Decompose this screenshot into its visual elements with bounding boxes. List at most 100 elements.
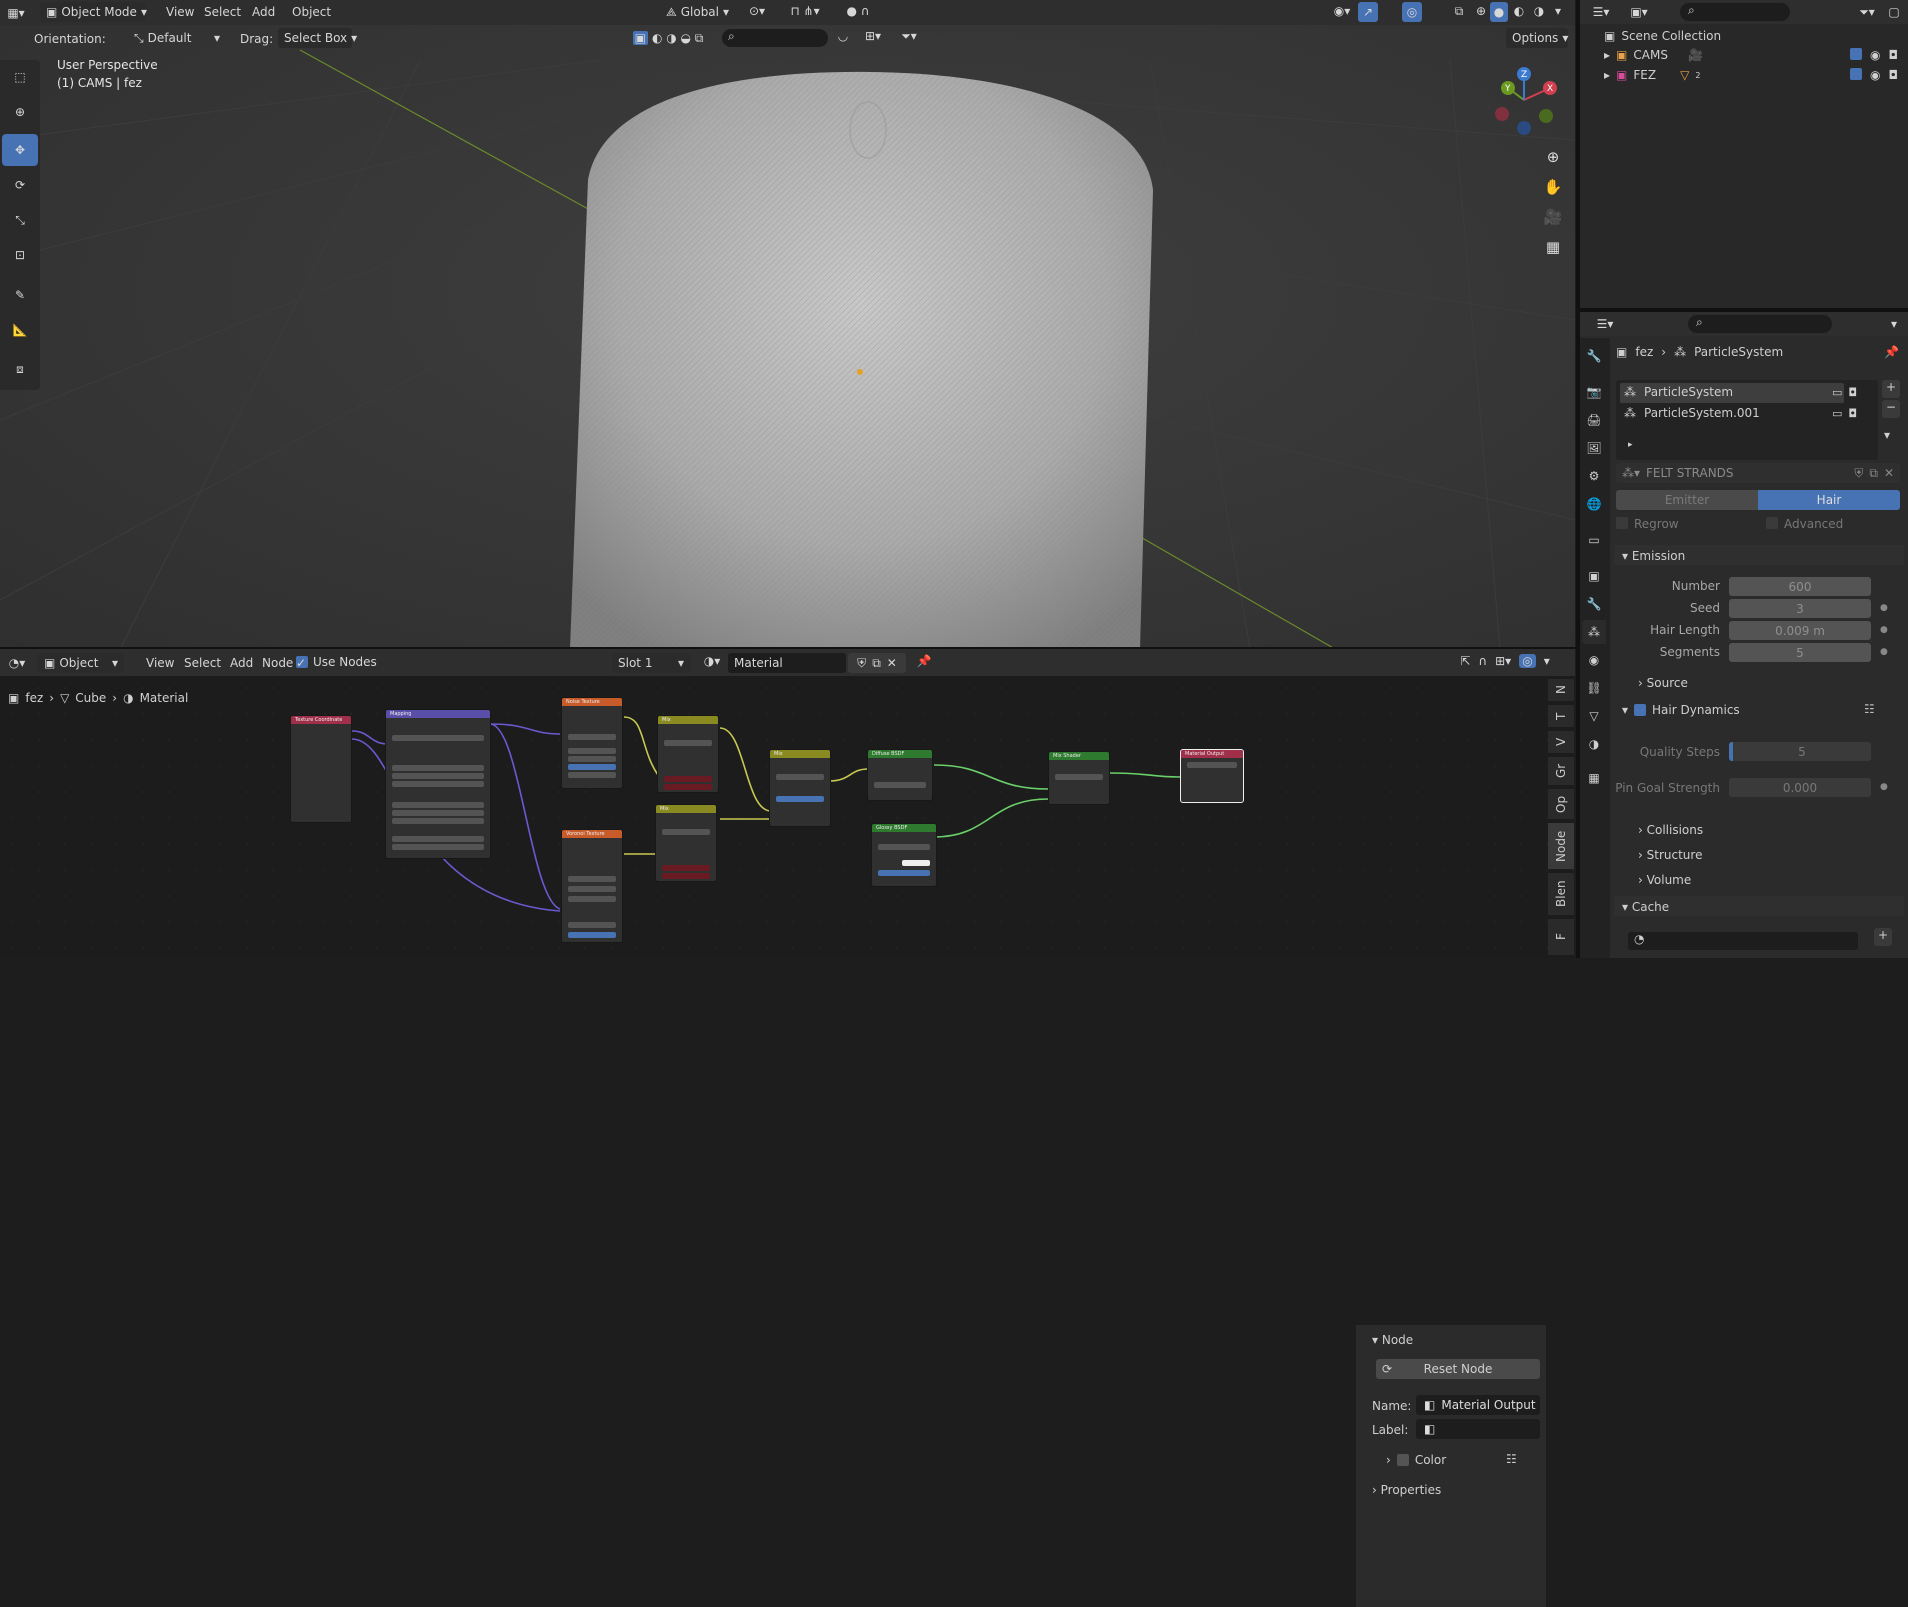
zoom-icon[interactable]: ⊕ (1539, 143, 1567, 171)
pivot-icon[interactable]: ⊙▾ (744, 4, 770, 18)
select-box-tool-icon[interactable]: ⬚ (2, 61, 38, 93)
quality-steps-field[interactable]: 5 (1729, 742, 1871, 761)
color-presets-icon[interactable]: ☷ (1506, 1452, 1517, 1466)
scene-tab-icon[interactable]: ⚙ (1582, 464, 1606, 488)
side-tab-gr[interactable]: Gr (1548, 757, 1574, 785)
advanced-checkbox[interactable]: Advanced (1766, 517, 1843, 531)
node-noise-texture[interactable]: Noise Texture (561, 697, 623, 789)
side-tab-t[interactable]: T (1548, 705, 1574, 727)
overlays-toggle-icon[interactable]: ◎ (1402, 2, 1422, 22)
options-dropdown[interactable]: Options ▾ (1506, 28, 1568, 48)
structure-subpanel[interactable]: › Structure (1638, 848, 1702, 862)
filter-icon[interactable]: ⏷▾ (1852, 5, 1882, 20)
editor-type-icon[interactable]: ☰▾ (1586, 5, 1616, 19)
area-divider[interactable] (1580, 308, 1908, 312)
scale-tool-icon[interactable]: ⤡ (2, 204, 38, 236)
shading-options-icon[interactable]: ▾ (1550, 4, 1566, 18)
particle-system-item-1[interactable]: ⁂ ParticleSystem.001 (1620, 404, 1844, 424)
add-particle-system-icon[interactable]: + (1882, 380, 1900, 398)
view-layer-tab-icon[interactable]: 🖼 (1582, 436, 1606, 460)
side-tab-node[interactable]: Node (1548, 823, 1574, 869)
world-tab-icon[interactable]: 🌐 (1582, 492, 1606, 516)
new-collection-icon[interactable]: ▢ (1886, 5, 1902, 19)
color-subpanel[interactable]: › Color (1386, 1453, 1446, 1467)
move-tool-icon[interactable]: ✥ (2, 134, 38, 166)
editor-type-icon[interactable]: ☰▾ (1590, 317, 1620, 331)
number-field[interactable]: 600 (1729, 577, 1871, 596)
cache-list[interactable]: ◔ (1628, 932, 1858, 950)
node-name-field[interactable]: ◧ Material Output (1416, 1395, 1540, 1415)
hair-length-field[interactable]: 0.009 m (1729, 621, 1871, 640)
presets-list-icon[interactable]: ☷ (1864, 702, 1875, 716)
node-glossy-bsdf[interactable]: Glossy BSDF (871, 823, 937, 887)
area-divider[interactable] (0, 647, 1576, 649)
camera-view-icon[interactable]: 🎥 (1539, 203, 1567, 231)
menu-object[interactable]: Object (284, 2, 339, 22)
menu-select[interactable]: Select (196, 2, 249, 22)
keyframe-dot-icon[interactable]: ● (1880, 625, 1888, 635)
keyframe-dot-icon[interactable]: ● (1880, 603, 1888, 613)
node-voronoi-texture[interactable]: Voronoi Texture (561, 829, 623, 943)
transform-orientation-dropdown[interactable]: ⟁ Global ▾ (660, 2, 738, 22)
node-label-field[interactable]: ◧ (1416, 1419, 1540, 1439)
node-texture-coordinate[interactable]: Texture Coordinate (290, 715, 352, 823)
output-tab-icon[interactable]: 🖨 (1582, 408, 1606, 432)
properties-search-field[interactable]: ⌕ (1688, 315, 1832, 333)
xray-icon[interactable]: ⧉ (1450, 4, 1468, 19)
outliner-item-fez[interactable]: ▸ ▣ FEZ ▽ 2 (1604, 68, 1700, 82)
pin-goal-strength-field[interactable]: 0.000 (1729, 778, 1871, 797)
snap-target-icon[interactable]: ⊞▾ (858, 29, 888, 43)
solid-shading-icon[interactable]: ● (1490, 2, 1508, 22)
side-tab-n[interactable]: N (1548, 679, 1574, 701)
emitter-type-tab[interactable]: Emitter (1616, 490, 1758, 510)
node-editor-right-tools[interactable]: ⇱ ∩ ⊞▾ ◎ ▾ (1440, 654, 1570, 668)
ortho-grid-icon[interactable]: ▦ (1539, 233, 1567, 261)
snap-icon[interactable]: ⊓ ⋔▾ (780, 4, 830, 18)
node-material-output[interactable]: Material Output (1180, 749, 1244, 803)
navigation-gizmo[interactable]: X Y Z (1488, 64, 1560, 136)
drag-dropdown[interactable]: Select Box ▾ (278, 28, 357, 48)
constraints-tab-icon[interactable]: ⛓ (1582, 676, 1606, 700)
ps0-visibility[interactable]: ▭ ◘ (1832, 386, 1857, 399)
proportional-edit-icon[interactable]: ● ∩ (838, 4, 878, 18)
select-mode-icons[interactable]: ▣ ◐ ◑ ◒ ⧉ (618, 29, 718, 47)
node-mix-shader[interactable]: Mix Shader (1048, 751, 1110, 805)
add-cube-tool-icon[interactable]: ⧈ (2, 353, 38, 385)
material-shading-icon[interactable]: ◐ (1510, 4, 1528, 18)
hair-dynamics-header[interactable]: ▾ Hair Dynamics (1622, 703, 1740, 717)
data-tab-icon[interactable]: ▽ (1582, 704, 1606, 728)
collisions-subpanel[interactable]: › Collisions (1638, 823, 1703, 837)
properties-section[interactable]: › Properties (1372, 1483, 1441, 1497)
pan-hand-icon[interactable]: ✋ (1539, 173, 1567, 201)
node-diffuse-bsdf[interactable]: Diffuse BSDF (867, 749, 933, 801)
side-tab-op[interactable]: Op (1548, 789, 1574, 819)
chevron-down-icon[interactable]: ▾ (1886, 317, 1902, 331)
outliner-search-field[interactable]: ⌕ (1680, 3, 1790, 21)
reset-node-button[interactable]: ⟳ Reset Node (1376, 1359, 1540, 1379)
cams-visibility-controls[interactable]: ◉ ◘ (1850, 48, 1898, 62)
collection-tab-icon[interactable]: ▭ (1582, 528, 1606, 552)
area-divider[interactable] (1576, 0, 1580, 958)
menu-add[interactable]: Add (244, 2, 283, 22)
tool-tab-icon[interactable]: 🔧 (1582, 344, 1606, 368)
transform-tool-icon[interactable]: ⊡ (2, 239, 38, 271)
node-mapping[interactable]: Mapping (385, 709, 491, 859)
seed-field[interactable]: 3 (1729, 599, 1871, 618)
keyframe-dot-icon[interactable]: ● (1880, 647, 1888, 657)
particle-settings-selector[interactable]: ⁂▾ FELT STRANDS ⛨ ⧉ ✕ (1616, 463, 1900, 483)
list-expand-icon[interactable]: ▸ (1628, 440, 1633, 450)
list-specials-icon[interactable]: ▾ (1884, 428, 1890, 442)
hair-type-tab[interactable]: Hair (1758, 490, 1900, 510)
remove-particle-system-icon[interactable]: − (1882, 400, 1900, 418)
cursor-tool-icon[interactable]: ⊕ (2, 96, 38, 128)
source-subpanel[interactable]: › Source (1638, 676, 1688, 690)
keyframe-dot-icon[interactable]: ● (1880, 782, 1888, 792)
node-section-header[interactable]: ▾ Node (1372, 1333, 1413, 1347)
outliner-item-cams[interactable]: ▸ ▣ CAMS 🎥 (1604, 48, 1703, 62)
annotate-tool-icon[interactable]: ✎ (2, 279, 38, 311)
render-tab-icon[interactable]: 📷 (1582, 380, 1606, 404)
scene-collection-row[interactable]: ▣ Scene Collection (1604, 29, 1721, 43)
side-tab-blen[interactable]: Blen (1548, 873, 1574, 915)
editor-type-icon[interactable]: ▦▾ (4, 3, 28, 23)
gizmo-toggle-icon[interactable]: ↗ (1358, 2, 1378, 22)
